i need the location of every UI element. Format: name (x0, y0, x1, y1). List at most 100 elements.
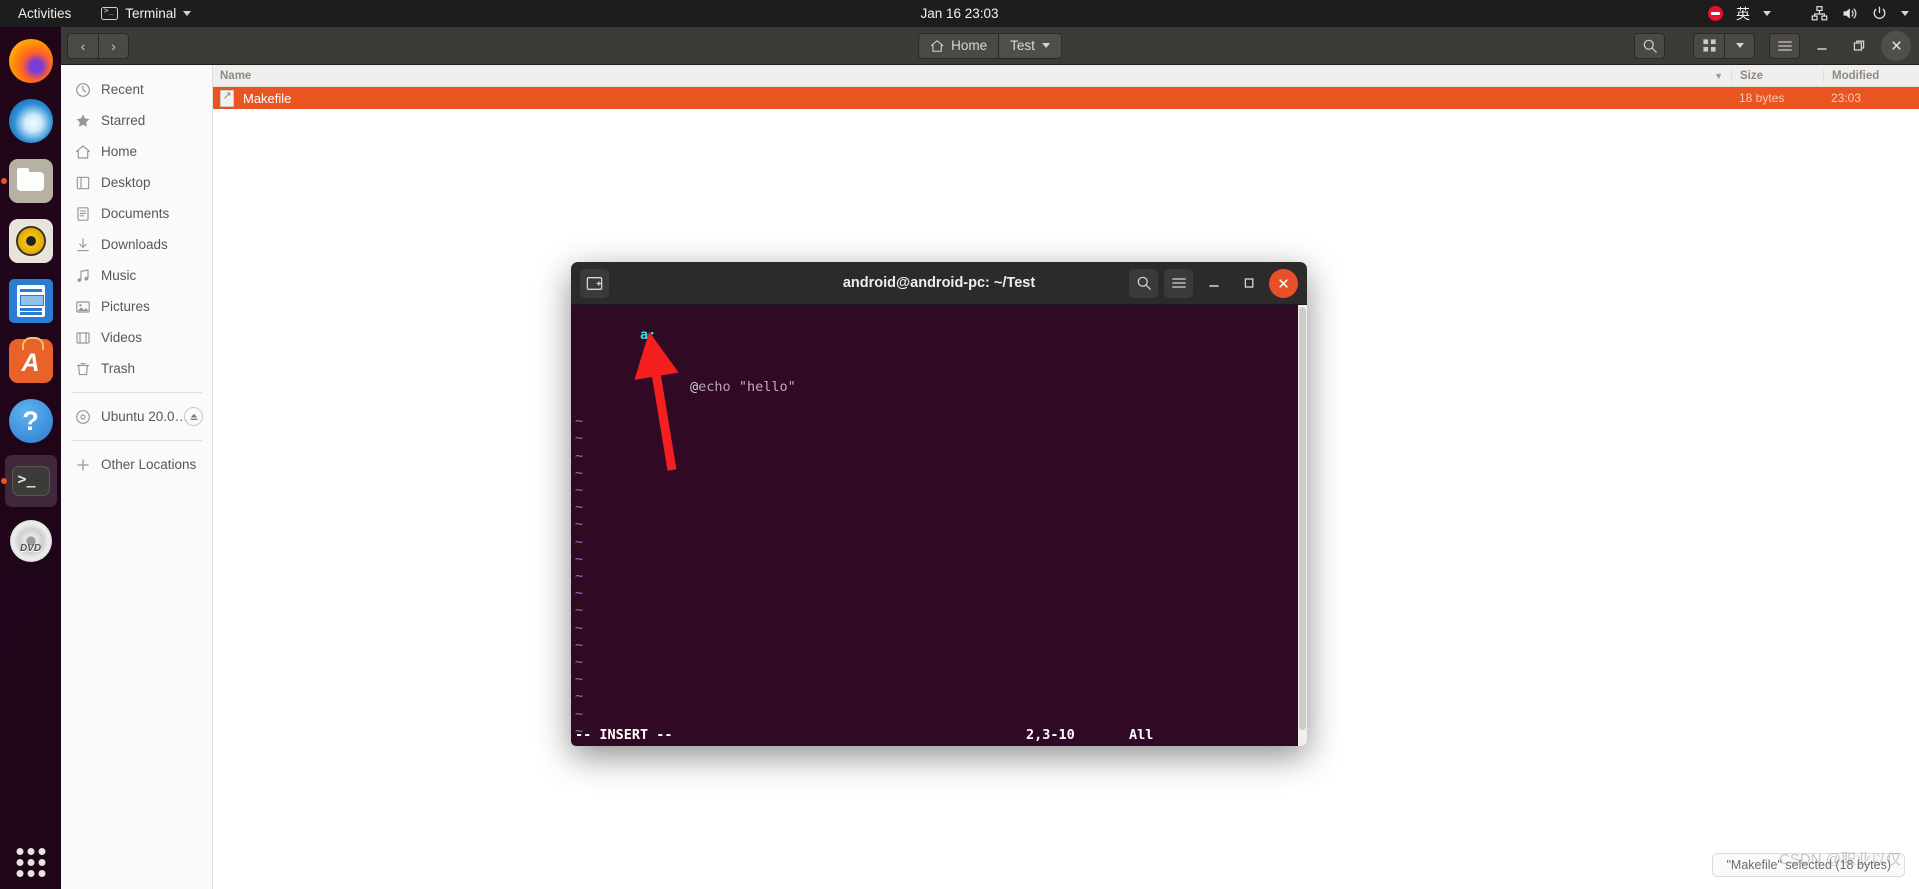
volume-icon[interactable] (1841, 5, 1858, 22)
sidebar-item-videos[interactable]: Videos (61, 322, 212, 353)
file-name-cell: Makefile (213, 89, 1731, 107)
sidebar-item-downloads[interactable]: Downloads (61, 229, 212, 260)
close-icon (1279, 278, 1288, 288)
vim-tilde-line: ~ (575, 413, 584, 430)
minimize-icon (1208, 285, 1219, 287)
power-icon[interactable] (1871, 5, 1888, 22)
vim-cursor-position: 2,3-10 (1026, 727, 1075, 744)
maximize-icon (1244, 278, 1253, 288)
terminal-scrollbar[interactable] (1298, 305, 1307, 746)
dock-item-rhythmbox[interactable] (5, 215, 57, 267)
ime-caret-down-icon[interactable] (1763, 11, 1771, 16)
app-menu-button[interactable]: Terminal (95, 3, 197, 24)
vim-tilde-line: ~ (575, 636, 584, 653)
maximize-button[interactable] (1844, 31, 1874, 61)
vim-tilde-line: ~ (575, 654, 584, 671)
terminal-search-button[interactable] (1129, 268, 1158, 298)
sidebar-item-other-locations[interactable]: Other Locations (61, 449, 212, 480)
network-icon[interactable] (1811, 5, 1828, 22)
dock-item-terminal[interactable]: >_ (4, 455, 57, 507)
makefile-target-label: a: (640, 327, 657, 344)
do-not-disturb-icon[interactable] (1708, 6, 1723, 21)
clock-button[interactable]: Jan 16 23:03 (920, 6, 998, 21)
activities-label: Activities (18, 6, 72, 21)
firefox-icon (8, 39, 53, 83)
eject-button[interactable] (184, 407, 203, 426)
terminal-body[interactable]: a: @echo "hello" ~ ~ ~ ~ ~ ~ ~ ~ ~ ~ ~ ~ ~ ~ ~ ~ ~ ~ ~ -- … (571, 305, 1307, 746)
file-name-label: Makefile (243, 90, 292, 106)
sidebar-label-home: Home (101, 144, 138, 159)
sort-descending-icon: ▼ (1714, 70, 1723, 81)
rhythmbox-icon (8, 219, 53, 263)
vim-tilde-line: ~ (575, 619, 584, 636)
sidebar-label-pictures: Pictures (101, 299, 150, 314)
view-options-button[interactable] (1724, 32, 1755, 59)
view-toggle-button[interactable] (1693, 32, 1724, 59)
terminal-icon: >_ (11, 466, 50, 496)
column-header-name[interactable]: Name ▼ (213, 70, 1731, 82)
show-applications-button[interactable] (16, 848, 45, 877)
breadcrumb-label-home: Home (951, 38, 988, 53)
breadcrumb-item-home[interactable]: Home (918, 32, 999, 59)
terminal-header-actions (1129, 268, 1298, 298)
vim-tilde-line: ~ (575, 499, 584, 516)
sidebar-item-starred[interactable]: Starred (61, 105, 212, 136)
sidebar-item-recent[interactable]: Recent (61, 74, 212, 105)
sidebar-label-starred: Starred (101, 113, 146, 128)
vim-tilde-line: ~ (575, 516, 584, 533)
minimize-button[interactable] (1807, 31, 1837, 61)
sidebar-divider (71, 392, 202, 393)
dock-item-files[interactable] (5, 155, 57, 207)
forward-button[interactable]: › (98, 32, 129, 59)
terminal-close-button[interactable] (1269, 268, 1298, 298)
video-icon (76, 331, 90, 344)
status-badge: "Makefile" selected (18 bytes) (1712, 853, 1905, 877)
system-menu-caret-down-icon[interactable] (1901, 11, 1909, 16)
sidebar-label-documents: Documents (101, 206, 170, 221)
vim-tilde-line: ~ (575, 430, 584, 447)
eject-icon (190, 413, 197, 420)
forward-icon: › (111, 37, 116, 54)
terminal-minimize-button[interactable] (1199, 269, 1228, 298)
main-menu-button[interactable] (1769, 32, 1800, 59)
sidebar-item-music[interactable]: Music (61, 260, 212, 291)
dock-item-thunderbird[interactable] (5, 95, 57, 147)
sidebar-label-recent: Recent (101, 82, 144, 97)
breadcrumb-item-test[interactable]: Test (998, 32, 1062, 59)
sidebar-label-music: Music (101, 268, 137, 283)
sidebar-item-trash[interactable]: Trash (61, 353, 212, 384)
activities-button[interactable]: Activities (12, 3, 77, 24)
sidebar-item-pictures[interactable]: Pictures (61, 291, 212, 322)
search-button[interactable] (1634, 32, 1665, 59)
sidebar-label-other-locations: Other Locations (101, 457, 197, 472)
close-button[interactable] (1881, 30, 1911, 61)
recipe-at-prefix: @ (690, 378, 699, 395)
sidebar-item-home[interactable]: Home (61, 136, 212, 167)
dock-item-help[interactable]: ? (5, 395, 57, 447)
dock-item-libreoffice-impress[interactable] (5, 275, 57, 327)
back-button[interactable]: ‹ (67, 32, 98, 59)
vim-empty-lines: ~ ~ ~ ~ ~ ~ ~ ~ ~ ~ ~ ~ ~ ~ ~ ~ ~ ~ ~ (575, 413, 1307, 740)
navigation-buttons: ‹ › (67, 32, 129, 59)
sidebar-item-ubuntu-disc[interactable]: Ubuntu 20.0… (61, 401, 212, 432)
terminal-menu-button[interactable] (1164, 268, 1193, 298)
sidebar-label-trash: Trash (101, 361, 136, 376)
software-icon: A (8, 337, 53, 383)
new-tab-button[interactable] (580, 268, 609, 298)
terminal-maximize-button[interactable] (1234, 269, 1263, 298)
dock-item-ubuntu-software[interactable]: A (5, 335, 57, 387)
column-header-modified[interactable]: Modified (1823, 69, 1919, 82)
column-header-size[interactable]: Size (1731, 69, 1823, 82)
dock-item-ubuntu-dvd[interactable]: DVD (5, 515, 57, 567)
breadcrumb: Home Test (918, 32, 1062, 59)
vim-tilde-line: ~ (575, 482, 584, 499)
sidebar-item-desktop[interactable]: Desktop (61, 167, 212, 198)
download-icon (77, 237, 89, 251)
terminal-title-bar[interactable]: android@android-pc: ~/Test (571, 262, 1307, 305)
input-method-label[interactable]: 英 (1736, 4, 1750, 24)
new-tab-icon (586, 276, 603, 290)
column-label-modified: Modified (1832, 69, 1880, 82)
dock-item-firefox[interactable] (5, 35, 57, 87)
table-row[interactable]: Makefile 18 bytes 23:03 (213, 87, 1919, 109)
sidebar-item-documents[interactable]: Documents (61, 198, 212, 229)
